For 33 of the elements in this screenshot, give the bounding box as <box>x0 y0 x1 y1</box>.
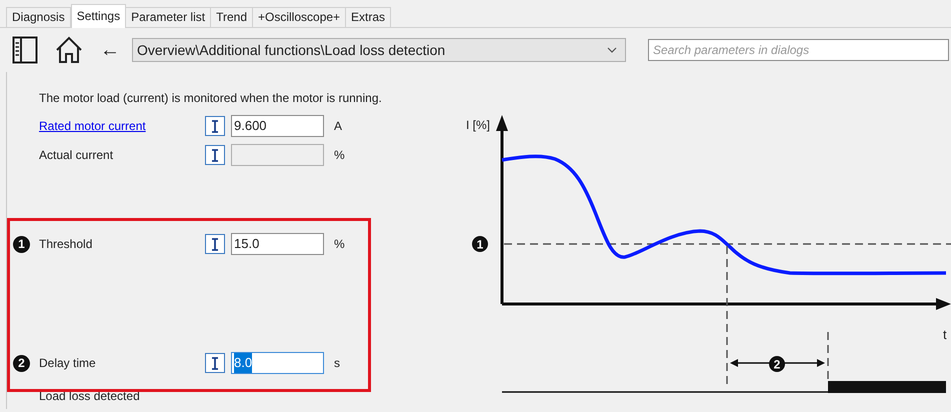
callout-marker: 1 <box>472 236 488 252</box>
parameter-link[interactable]: Rated motor current <box>39 119 146 133</box>
description-text: The motor load (current) is monitored when the motor is running. <box>39 90 382 107</box>
parameter-label: Actual current <box>39 148 114 162</box>
value-field[interactable]: 8.0 <box>231 352 324 374</box>
parameter-label: Delay time <box>39 356 96 370</box>
callout-marker: 2 <box>769 356 785 372</box>
tab[interactable]: Diagnosis <box>6 7 71 27</box>
x-axis-label: t <box>943 327 947 342</box>
info-icon[interactable] <box>205 234 225 254</box>
back-arrow[interactable]: ← <box>100 40 120 60</box>
value-field[interactable]: 9.600 <box>231 115 324 137</box>
unit-label: % <box>334 236 345 253</box>
info-icon[interactable] <box>205 145 225 165</box>
status-label: Load loss detected <box>39 388 140 405</box>
panel-icon[interactable] <box>12 36 38 64</box>
tab[interactable]: Settings <box>70 4 126 28</box>
y-axis-label: I [%] <box>466 118 490 132</box>
home-icon[interactable] <box>55 36 83 64</box>
callout-marker: 1 <box>13 236 30 252</box>
chevron-down-icon <box>607 47 617 53</box>
parameter-label: Threshold <box>39 237 92 251</box>
info-icon[interactable] <box>205 353 225 373</box>
unit-label: % <box>334 147 345 164</box>
search-field[interactable]: Search parameters in dialogs <box>648 39 949 61</box>
callout-marker: 2 <box>13 354 30 372</box>
breadcrumb-dropdown[interactable]: Overview\Additional functions\Load loss detection <box>132 38 626 62</box>
tab[interactable]: Extras <box>345 7 392 27</box>
delay-end-line <box>827 332 829 381</box>
unit-label: s <box>334 355 340 372</box>
unit-label: A <box>334 118 342 135</box>
value-field[interactable]: 15.0 <box>231 233 324 255</box>
info-icon[interactable] <box>205 116 225 136</box>
